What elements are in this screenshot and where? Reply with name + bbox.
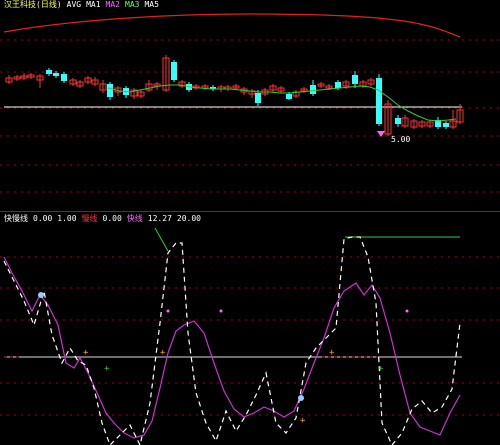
sell-marker: + — [378, 364, 384, 374]
candle-body — [335, 82, 341, 88]
buy-marker: + — [300, 416, 306, 426]
lower-indicator-panel: + + + + + + 快慢线 0.00 1.00 慢线 0.00 快线 12.27 20.00 — [0, 213, 500, 445]
header-item: MA3 — [125, 0, 140, 9]
header-item: 12.27 — [147, 214, 172, 223]
upper-indicator-header: 汉王科技(日线) AVG MA1 MA2 MA3 MA5 — [4, 0, 164, 10]
upper-chart-panel: 5.00 汉王科技(日线) AVG MA1 MA2 MA3 MA5 — [0, 0, 500, 211]
candle-body — [286, 94, 292, 99]
buy-marker: + — [160, 348, 166, 358]
panel-divider — [0, 211, 500, 212]
candle-body — [443, 123, 449, 127]
sell-marker: + — [104, 364, 110, 374]
oscillator-chart: + + + + + + — [0, 227, 500, 445]
header-item: 快慢线 — [4, 214, 28, 223]
buy-marker: + — [329, 348, 335, 358]
candle-body — [376, 78, 382, 124]
header-item: 慢线 — [81, 214, 98, 223]
header-item: 1.00 — [57, 214, 77, 223]
candle-body — [53, 73, 59, 76]
header-item: 0.00 — [102, 214, 122, 223]
header-item: 0.00 — [33, 214, 53, 223]
candle-body — [395, 118, 401, 124]
signal-dot — [38, 292, 44, 298]
header-item: MA1 — [86, 0, 101, 9]
candle-body — [107, 84, 113, 97]
signal-dot — [405, 309, 409, 313]
signal-dot — [298, 395, 304, 401]
long-ma-line — [3, 13, 461, 38]
low-price-label: 5.00 — [391, 135, 410, 144]
candle-body — [61, 74, 67, 81]
fast-line — [3, 256, 461, 439]
header-item: 汉王科技(日线) — [4, 0, 62, 9]
lower-indicator-header: 快慢线 0.00 1.00 慢线 0.00 快线 12.27 20.00 — [4, 214, 206, 224]
candle-body — [171, 62, 177, 80]
buy-marker: + — [83, 348, 89, 358]
header-item: AVG — [66, 0, 82, 9]
header-item: MA5 — [144, 0, 159, 9]
header-item: 快线 — [126, 214, 143, 223]
green-segment — [154, 227, 169, 252]
header-item: MA2 — [105, 0, 120, 9]
candle-body — [46, 70, 52, 74]
candle-body — [255, 93, 261, 103]
candle-body — [310, 85, 316, 94]
candlestick-chart: 5.00 — [0, 13, 500, 193]
candle-body — [352, 75, 358, 84]
header-item: 20.00 — [176, 214, 201, 223]
signal-dot — [166, 309, 170, 313]
short-ma-line — [107, 84, 457, 122]
signal-dot — [219, 309, 223, 313]
